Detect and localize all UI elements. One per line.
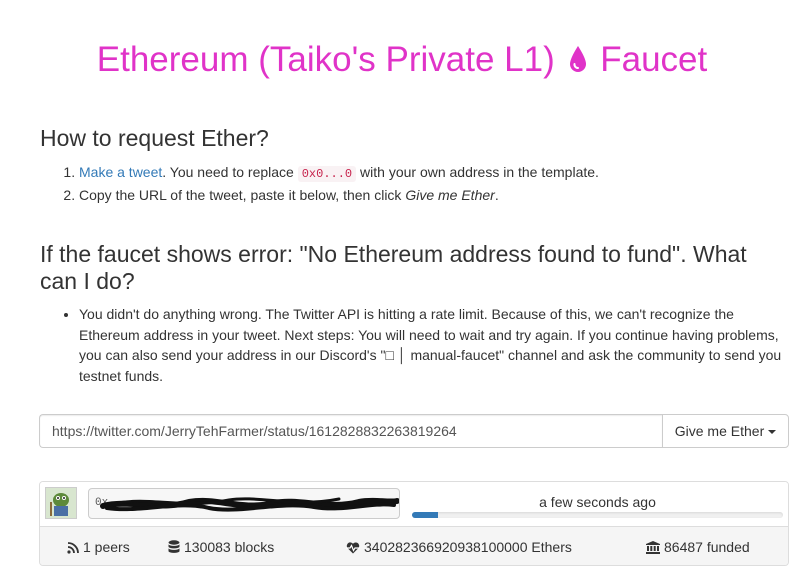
stat-peers: 1 peers [67, 527, 130, 565]
database-icon [168, 540, 180, 553]
give-me-ether-label: Give me Ether [674, 423, 765, 439]
funded-count: 86487 funded [664, 539, 750, 555]
tint-drop-icon [568, 40, 588, 84]
funding-progress-bar [412, 512, 783, 518]
make-tweet-link[interactable]: Make a tweet [79, 164, 162, 180]
avatar [45, 487, 77, 519]
tweet-url-input[interactable] [39, 414, 662, 448]
howto-step-1: Make a tweet. You need to replace 0x0...… [79, 162, 599, 185]
howto-step-2: Copy the URL of the tweet, paste it belo… [79, 185, 599, 206]
error-help-list: You didn't do anything wrong. The Twitte… [40, 304, 789, 386]
page-title: Ethereum (Taiko's Private L1) Faucet [0, 38, 804, 84]
heartbeat-icon [346, 542, 360, 554]
howto-steps: Make a tweet. You need to replace 0x0...… [40, 162, 599, 205]
stats-footer: 1 peers 130083 blocks 340282366920938100… [40, 526, 788, 565]
error-help-bullet: You didn't do anything wrong. The Twitte… [79, 304, 789, 386]
step2-text: Copy the URL of the tweet, paste it belo… [79, 186, 406, 203]
address-placeholder-code: 0x0...0 [297, 166, 357, 182]
caret-down-icon[interactable] [768, 430, 777, 435]
ethers-balance: 340282366920938100000 Ethers [364, 539, 572, 555]
request-time-label: a few seconds ago [539, 494, 656, 510]
howto-heading: How to request Ether? [40, 125, 269, 151]
funded-address-field: 0x [88, 488, 400, 519]
request-form: Give me Ether [39, 414, 789, 448]
bank-icon [646, 541, 660, 554]
give-me-ether-emphasis: Give me Ether [405, 186, 495, 203]
step2-end: . [494, 186, 499, 203]
title-left-text: Ethereum (Taiko's Private L1) [96, 40, 555, 79]
funding-request-row: 0x a few seconds ago [40, 482, 788, 526]
blocks-count: 130083 blocks [184, 539, 275, 555]
stat-funded: 86487 funded [646, 527, 750, 565]
faucet-page: Ethereum (Taiko's Private L1) Faucet How… [0, 0, 804, 580]
peers-count: 1 peers [83, 539, 130, 555]
error-help-heading: If the faucet shows error: "No Ethereum … [40, 241, 747, 294]
step1-text-before: . You need to replace [162, 164, 298, 180]
step1-text-after: with your own address in the template. [356, 164, 599, 180]
stat-ethers: 340282366920938100000 Ethers [346, 527, 572, 565]
give-me-ether-button[interactable]: Give me Ether [662, 414, 789, 448]
redaction-scribble [100, 497, 399, 512]
funding-progress-fill [412, 512, 438, 518]
title-right-text: Faucet [600, 40, 708, 79]
funding-request-panel: 0x a few seconds ago 1 peers 130083 bloc… [39, 481, 789, 566]
rss-icon [67, 542, 79, 554]
stat-blocks: 130083 blocks [168, 527, 275, 565]
